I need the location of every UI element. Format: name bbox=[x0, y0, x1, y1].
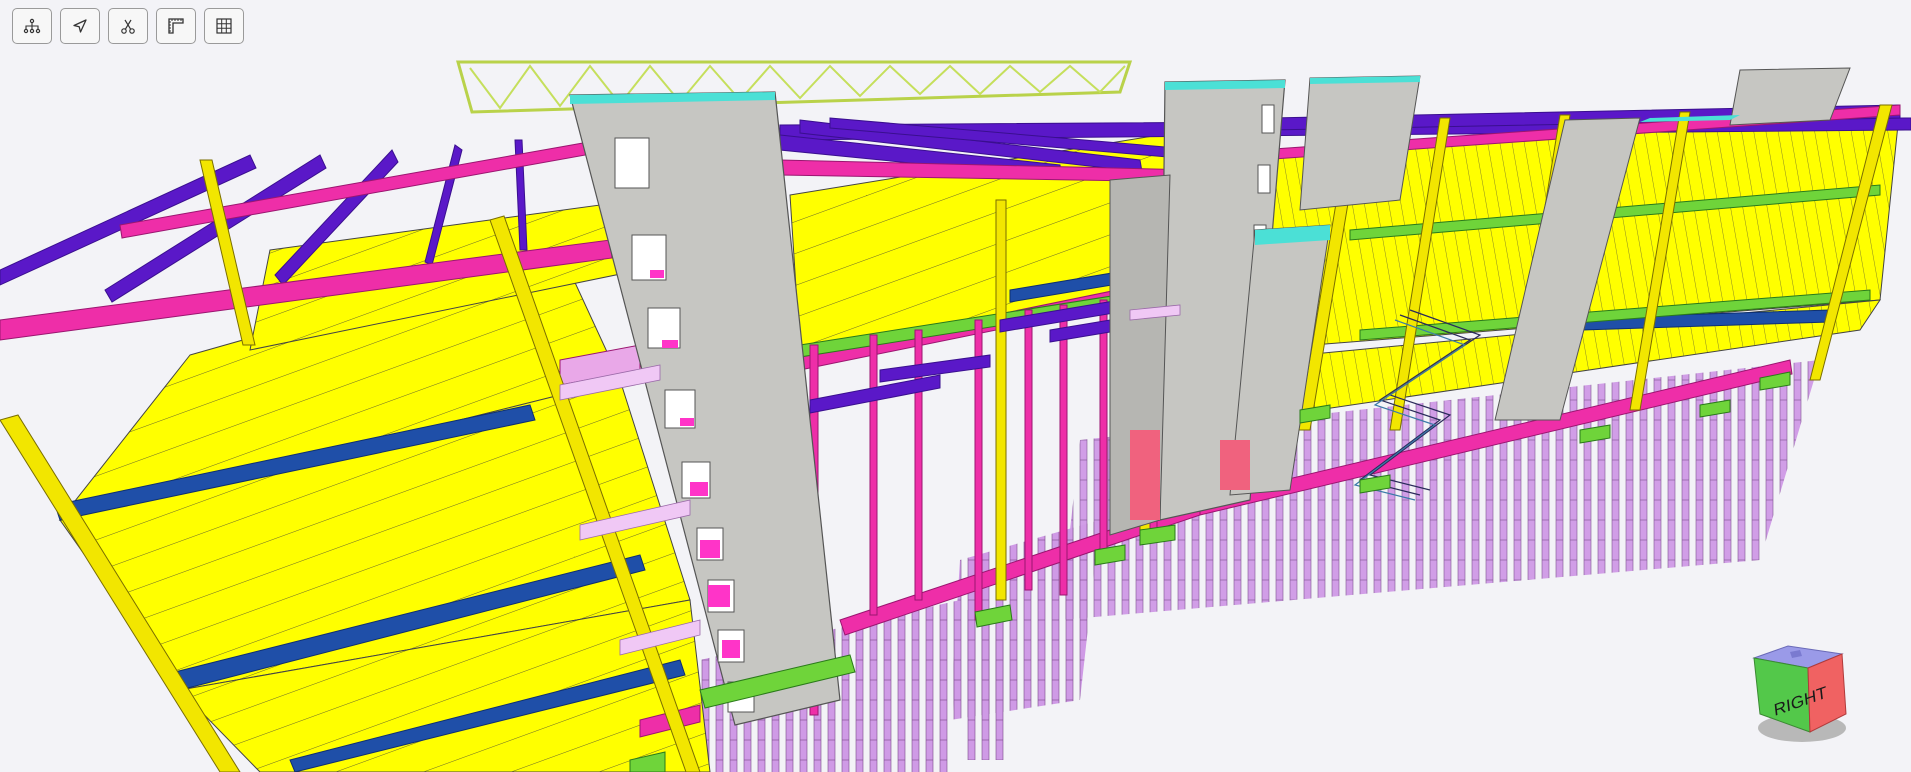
grid-icon bbox=[216, 18, 232, 34]
building-model-render bbox=[0, 60, 1911, 772]
model-tree-button[interactable] bbox=[12, 8, 52, 44]
measure-button[interactable] bbox=[156, 8, 196, 44]
roof-truss bbox=[456, 60, 1133, 114]
grid-button[interactable] bbox=[204, 8, 244, 44]
ruler-icon bbox=[168, 18, 184, 34]
scissors-icon bbox=[121, 19, 135, 34]
cursor-arrow-icon bbox=[73, 19, 87, 33]
tree-icon bbox=[23, 18, 41, 34]
viewer-toolbar bbox=[12, 8, 244, 44]
section-cut-button[interactable] bbox=[108, 8, 148, 44]
model-viewport[interactable] bbox=[0, 0, 1911, 772]
navigate-button[interactable] bbox=[60, 8, 100, 44]
